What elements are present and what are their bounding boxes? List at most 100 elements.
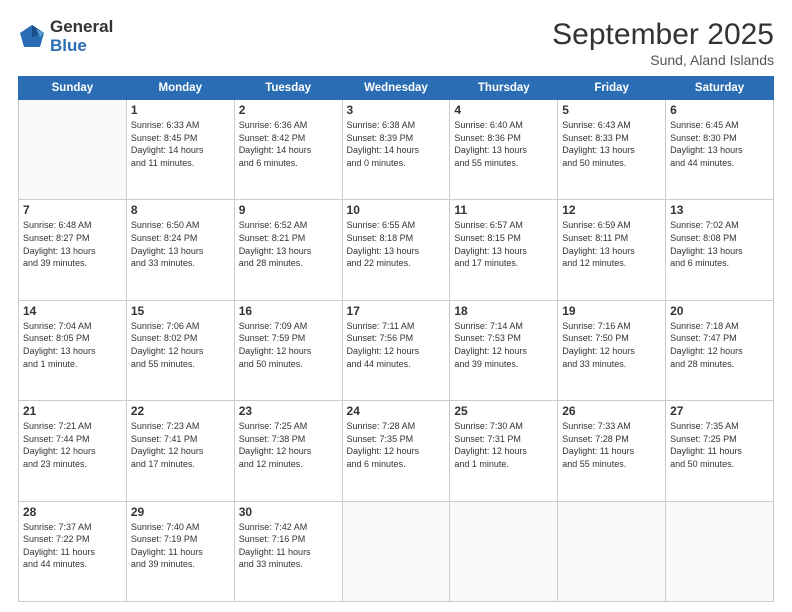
day-info: Sunrise: 7:09 AM Sunset: 7:59 PM Dayligh…	[239, 320, 338, 370]
calendar-week-row: 28 Sunrise: 7:37 AM Sunset: 7:22 PM Dayli…	[19, 501, 774, 601]
day-number: 1	[131, 103, 230, 117]
day-info: Sunrise: 7:14 AM Sunset: 7:53 PM Dayligh…	[454, 320, 553, 370]
day-number: 25	[454, 404, 553, 418]
day-info: Sunrise: 6:36 AM Sunset: 8:42 PM Dayligh…	[239, 119, 338, 169]
calendar-cell: 13Sunrise: 7:02 AM Sunset: 8:08 PM Dayli…	[666, 200, 774, 300]
day-info: Sunrise: 6:45 AM Sunset: 8:30 PM Dayligh…	[670, 119, 769, 169]
day-number: 12	[562, 203, 661, 217]
logo-blue-text: Blue	[50, 37, 113, 56]
day-info: Sunrise: 7:16 AM Sunset: 7:50 PM Dayligh…	[562, 320, 661, 370]
day-number: 20	[670, 304, 769, 318]
calendar-table: SundayMondayTuesdayWednesdayThursdayFrid…	[18, 76, 774, 602]
day-number: 7	[23, 203, 122, 217]
day-number: 14	[23, 304, 122, 318]
day-info: Sunrise: 7:18 AM Sunset: 7:47 PM Dayligh…	[670, 320, 769, 370]
calendar-header-thursday: Thursday	[450, 77, 558, 100]
calendar-header-row: SundayMondayTuesdayWednesdayThursdayFrid…	[19, 77, 774, 100]
day-number: 28	[23, 505, 122, 519]
calendar-week-row: 7Sunrise: 6:48 AM Sunset: 8:27 PM Daylig…	[19, 200, 774, 300]
day-info: Sunrise: 7:23 AM Sunset: 7:41 PM Dayligh…	[131, 420, 230, 470]
calendar-cell: 2 Sunrise: 6:36 AM Sunset: 8:42 PM Daylig…	[234, 100, 342, 200]
calendar-cell: 4 Sunrise: 6:40 AM Sunset: 8:36 PM Daylig…	[450, 100, 558, 200]
day-info: Sunrise: 6:43 AM Sunset: 8:33 PM Dayligh…	[562, 119, 661, 169]
calendar-header-sunday: Sunday	[19, 77, 127, 100]
calendar-cell: 11 Sunrise: 6:57 AM Sunset: 8:15 PM Dayli…	[450, 200, 558, 300]
calendar-cell: 23Sunrise: 7:25 AM Sunset: 7:38 PM Dayli…	[234, 401, 342, 501]
day-number: 4	[454, 103, 553, 117]
calendar-header-tuesday: Tuesday	[234, 77, 342, 100]
title-block: September 2025 Sund, Aland Islands	[552, 18, 774, 68]
day-number: 22	[131, 404, 230, 418]
calendar-cell	[342, 501, 450, 601]
calendar-cell: 10Sunrise: 6:55 AM Sunset: 8:18 PM Dayli…	[342, 200, 450, 300]
day-info: Sunrise: 6:50 AM Sunset: 8:24 PM Dayligh…	[131, 219, 230, 269]
calendar-cell: 17 Sunrise: 7:11 AM Sunset: 7:56 PM Dayli…	[342, 300, 450, 400]
calendar-cell: 15Sunrise: 7:06 AM Sunset: 8:02 PM Dayli…	[126, 300, 234, 400]
day-number: 21	[23, 404, 122, 418]
calendar-cell: 3 Sunrise: 6:38 AM Sunset: 8:39 PM Daylig…	[342, 100, 450, 200]
day-info: Sunrise: 6:40 AM Sunset: 8:36 PM Dayligh…	[454, 119, 553, 169]
day-number: 18	[454, 304, 553, 318]
day-info: Sunrise: 6:55 AM Sunset: 8:18 PM Dayligh…	[347, 219, 446, 269]
calendar-cell: 6 Sunrise: 6:45 AM Sunset: 8:30 PM Daylig…	[666, 100, 774, 200]
day-number: 24	[347, 404, 446, 418]
day-info: Sunrise: 6:57 AM Sunset: 8:15 PM Dayligh…	[454, 219, 553, 269]
calendar-cell	[450, 501, 558, 601]
calendar-cell: 26Sunrise: 7:33 AM Sunset: 7:28 PM Dayli…	[558, 401, 666, 501]
day-info: Sunrise: 6:33 AM Sunset: 8:45 PM Dayligh…	[131, 119, 230, 169]
calendar-cell: 8 Sunrise: 6:50 AM Sunset: 8:24 PM Daylig…	[126, 200, 234, 300]
calendar-cell: 14Sunrise: 7:04 AM Sunset: 8:05 PM Dayli…	[19, 300, 127, 400]
header: General Blue September 2025 Sund, Aland …	[18, 18, 774, 68]
logo-general-text: General	[50, 18, 113, 37]
day-number: 11	[454, 203, 553, 217]
day-info: Sunrise: 6:38 AM Sunset: 8:39 PM Dayligh…	[347, 119, 446, 169]
day-number: 27	[670, 404, 769, 418]
day-number: 19	[562, 304, 661, 318]
day-info: Sunrise: 7:40 AM Sunset: 7:19 PM Dayligh…	[131, 521, 230, 571]
calendar-cell: 30 Sunrise: 7:42 AM Sunset: 7:16 PM Dayli…	[234, 501, 342, 601]
day-number: 5	[562, 103, 661, 117]
calendar-week-row: 14Sunrise: 7:04 AM Sunset: 8:05 PM Dayli…	[19, 300, 774, 400]
calendar-cell: 7Sunrise: 6:48 AM Sunset: 8:27 PM Daylig…	[19, 200, 127, 300]
day-info: Sunrise: 6:59 AM Sunset: 8:11 PM Dayligh…	[562, 219, 661, 269]
calendar-cell: 5 Sunrise: 6:43 AM Sunset: 8:33 PM Daylig…	[558, 100, 666, 200]
day-info: Sunrise: 7:33 AM Sunset: 7:28 PM Dayligh…	[562, 420, 661, 470]
day-number: 23	[239, 404, 338, 418]
calendar-cell: 9Sunrise: 6:52 AM Sunset: 8:21 PM Daylig…	[234, 200, 342, 300]
calendar-cell	[558, 501, 666, 601]
day-number: 2	[239, 103, 338, 117]
month-title: September 2025	[552, 18, 774, 52]
calendar-cell: 27Sunrise: 7:35 AM Sunset: 7:25 PM Dayli…	[666, 401, 774, 501]
day-number: 3	[347, 103, 446, 117]
calendar-week-row: 1 Sunrise: 6:33 AM Sunset: 8:45 PM Daylig…	[19, 100, 774, 200]
day-info: Sunrise: 7:11 AM Sunset: 7:56 PM Dayligh…	[347, 320, 446, 370]
calendar-cell: 18 Sunrise: 7:14 AM Sunset: 7:53 PM Dayli…	[450, 300, 558, 400]
calendar-cell: 16 Sunrise: 7:09 AM Sunset: 7:59 PM Dayli…	[234, 300, 342, 400]
day-info: Sunrise: 7:37 AM Sunset: 7:22 PM Dayligh…	[23, 521, 122, 571]
day-number: 30	[239, 505, 338, 519]
calendar-cell: 19 Sunrise: 7:16 AM Sunset: 7:50 PM Dayli…	[558, 300, 666, 400]
calendar-cell: 24 Sunrise: 7:28 AM Sunset: 7:35 PM Dayli…	[342, 401, 450, 501]
logo-icon	[18, 23, 46, 51]
day-info: Sunrise: 7:42 AM Sunset: 7:16 PM Dayligh…	[239, 521, 338, 571]
day-number: 13	[670, 203, 769, 217]
day-number: 6	[670, 103, 769, 117]
day-number: 16	[239, 304, 338, 318]
calendar-cell: 25 Sunrise: 7:30 AM Sunset: 7:31 PM Dayli…	[450, 401, 558, 501]
day-number: 15	[131, 304, 230, 318]
calendar-cell	[19, 100, 127, 200]
calendar-cell: 21Sunrise: 7:21 AM Sunset: 7:44 PM Dayli…	[19, 401, 127, 501]
calendar-cell: 22 Sunrise: 7:23 AM Sunset: 7:41 PM Dayli…	[126, 401, 234, 501]
day-info: Sunrise: 7:28 AM Sunset: 7:35 PM Dayligh…	[347, 420, 446, 470]
calendar-cell: 29 Sunrise: 7:40 AM Sunset: 7:19 PM Dayli…	[126, 501, 234, 601]
calendar-header-wednesday: Wednesday	[342, 77, 450, 100]
calendar-header-monday: Monday	[126, 77, 234, 100]
day-info: Sunrise: 7:30 AM Sunset: 7:31 PM Dayligh…	[454, 420, 553, 470]
day-number: 29	[131, 505, 230, 519]
logo: General Blue	[18, 18, 113, 55]
calendar-cell: 28 Sunrise: 7:37 AM Sunset: 7:22 PM Dayli…	[19, 501, 127, 601]
day-number: 17	[347, 304, 446, 318]
day-number: 8	[131, 203, 230, 217]
calendar-cell: 1 Sunrise: 6:33 AM Sunset: 8:45 PM Daylig…	[126, 100, 234, 200]
calendar-week-row: 21Sunrise: 7:21 AM Sunset: 7:44 PM Dayli…	[19, 401, 774, 501]
